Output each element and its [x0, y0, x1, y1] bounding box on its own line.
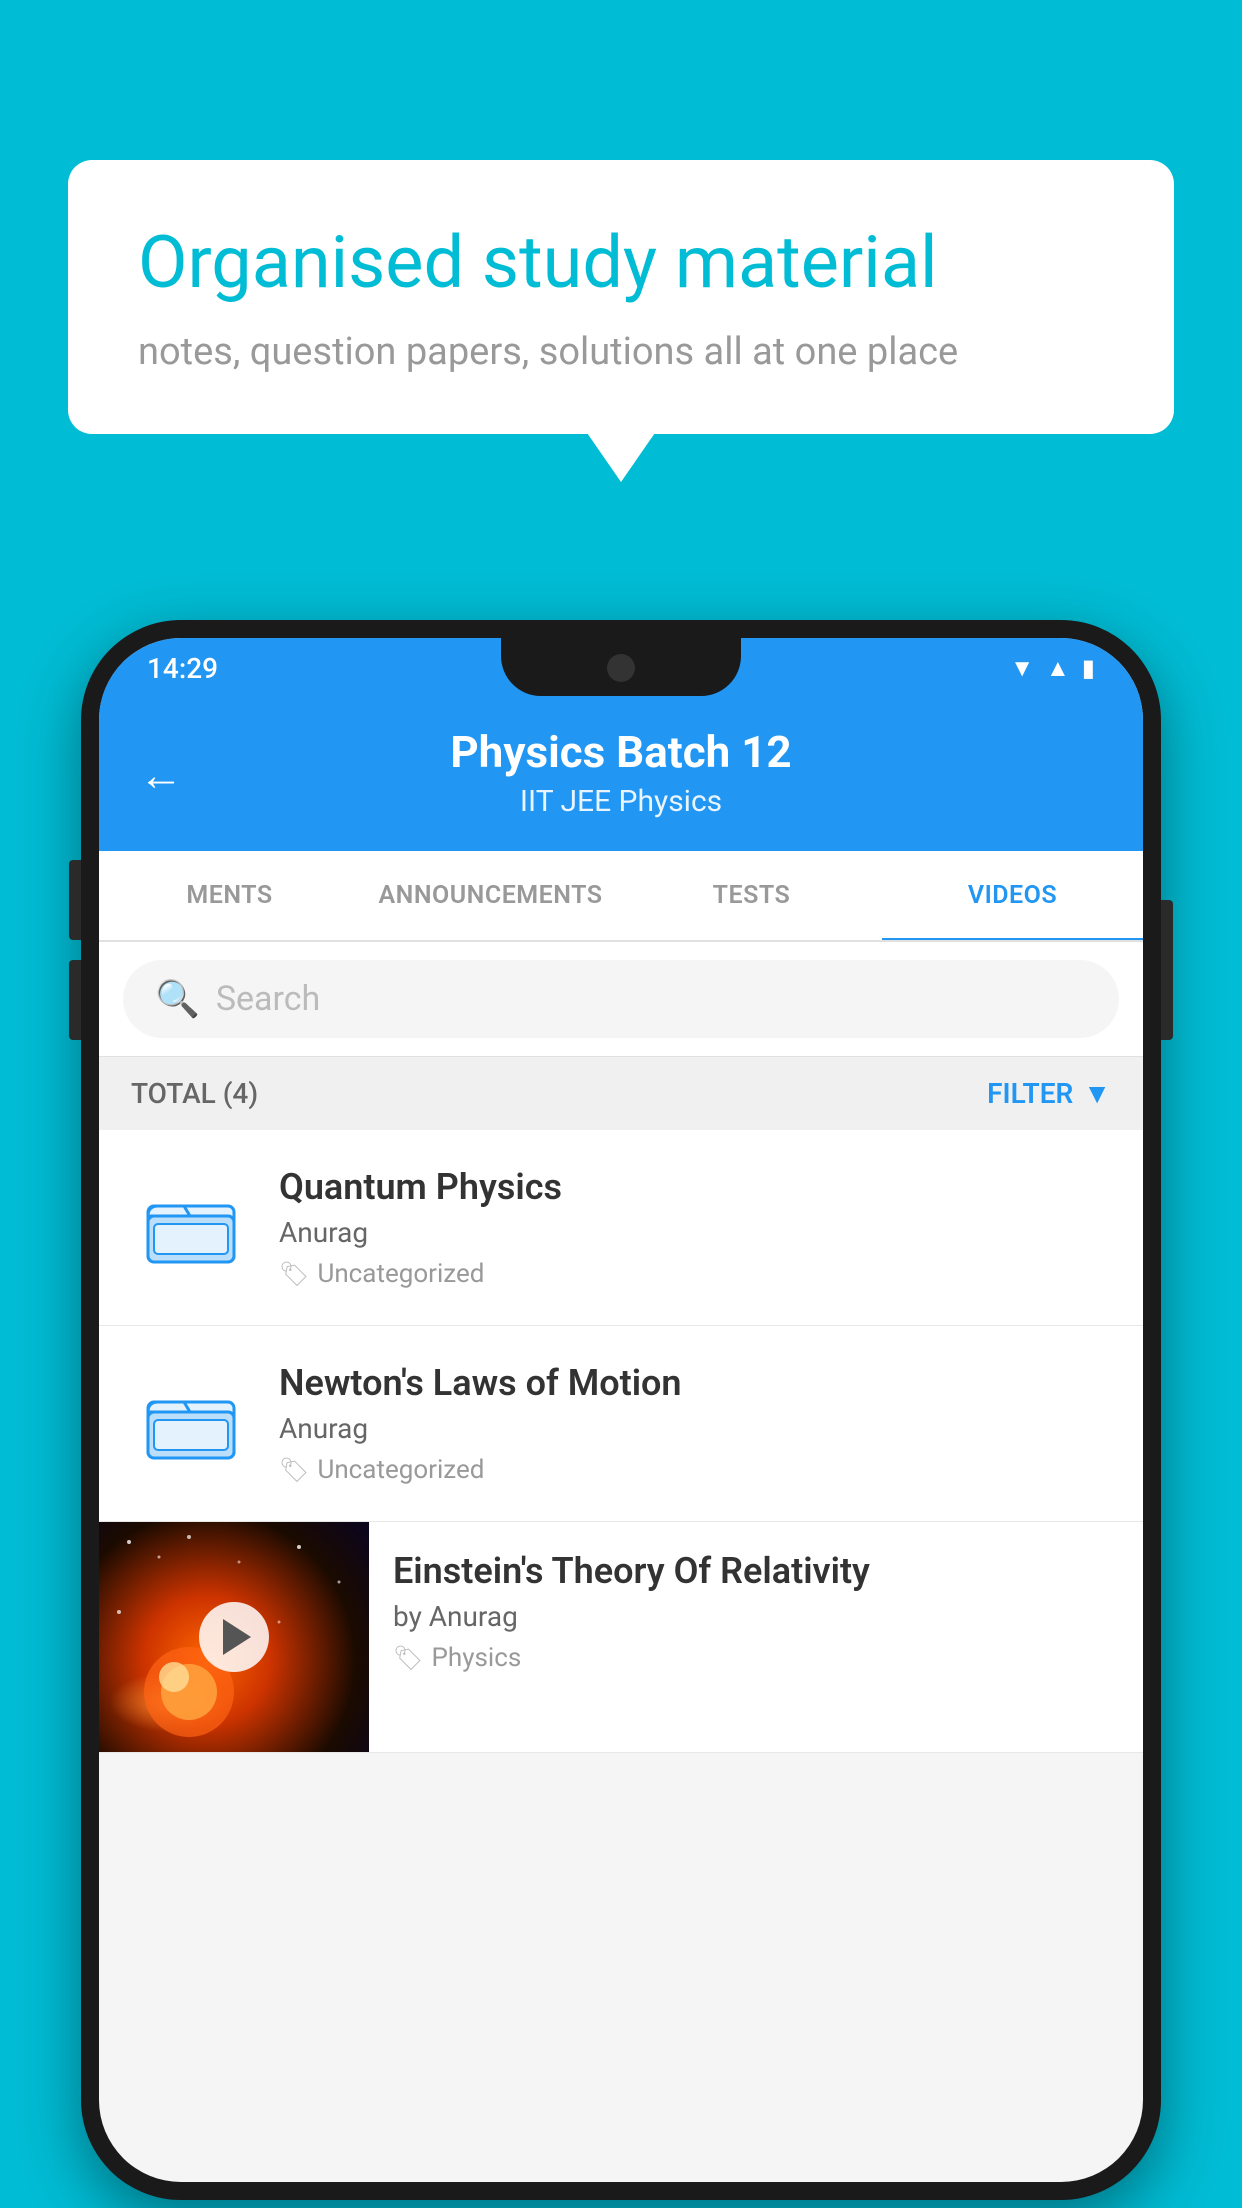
total-count: TOTAL (4): [131, 1077, 258, 1110]
video-title-1: Quantum Physics: [279, 1166, 1111, 1208]
wifi-icon: ▼: [1010, 654, 1034, 683]
folder-thumbnail-1: [131, 1168, 251, 1288]
search-container: 🔍 Search: [99, 942, 1143, 1057]
phone-outer: 14:29 ▼ ▲ ▮ ← Physics Batch 12 IIT JEE P…: [81, 620, 1161, 2200]
video-info-3: Einstein's Theory Of Relativity by Anura…: [369, 1522, 1143, 1701]
list-item[interactable]: Newton's Laws of Motion Anurag 🏷 Uncateg…: [99, 1326, 1143, 1522]
tag-label-3: Physics: [431, 1643, 521, 1673]
header-subtitle: IIT JEE Physics: [147, 784, 1095, 819]
search-icon: 🔍: [155, 978, 200, 1020]
folder-thumbnail-2: [131, 1364, 251, 1484]
video-info-1: Quantum Physics Anurag 🏷 Uncategorized: [279, 1166, 1111, 1289]
search-placeholder: Search: [216, 979, 320, 1019]
filter-button[interactable]: FILTER ▼: [987, 1077, 1111, 1110]
play-triangle-icon: [223, 1619, 251, 1655]
video-title-2: Newton's Laws of Motion: [279, 1362, 1111, 1404]
search-bar[interactable]: 🔍 Search: [123, 960, 1119, 1038]
tabs-bar: MENTS ANNOUNCEMENTS TESTS VIDEOS: [99, 851, 1143, 942]
signal-icon: ▲: [1046, 654, 1070, 683]
back-button[interactable]: ←: [139, 749, 183, 801]
video-tag-2: 🏷 Uncategorized: [279, 1455, 1111, 1485]
app-header: ← Physics Batch 12 IIT JEE Physics: [99, 698, 1143, 851]
tag-label-2: Uncategorized: [317, 1455, 484, 1485]
list-item[interactable]: Quantum Physics Anurag 🏷 Uncategorized: [99, 1130, 1143, 1326]
video-author-3: by Anurag: [393, 1600, 1119, 1633]
filter-bar: TOTAL (4) FILTER ▼: [99, 1057, 1143, 1130]
folder-icon: [146, 1188, 236, 1268]
tag-icon-1: 🏷: [279, 1260, 309, 1288]
play-button-3[interactable]: [199, 1602, 269, 1672]
video-info-2: Newton's Laws of Motion Anurag 🏷 Uncateg…: [279, 1362, 1111, 1485]
tag-label-1: Uncategorized: [317, 1259, 484, 1289]
filter-icon: ▼: [1083, 1077, 1111, 1110]
video-author-1: Anurag: [279, 1216, 1111, 1249]
video-tag-1: 🏷 Uncategorized: [279, 1259, 1111, 1289]
phone-camera: [607, 654, 635, 682]
list-item[interactable]: Einstein's Theory Of Relativity by Anura…: [99, 1522, 1143, 1753]
tag-icon-2: 🏷: [279, 1456, 309, 1484]
tab-announcements[interactable]: ANNOUNCEMENTS: [360, 851, 621, 940]
phone-volume-up-button: [69, 860, 81, 940]
battery-icon: ▮: [1082, 654, 1095, 682]
tab-tests[interactable]: TESTS: [621, 851, 882, 940]
video-list: Quantum Physics Anurag 🏷 Uncategorized: [99, 1130, 1143, 1753]
bubble-title: Organised study material: [138, 220, 1104, 306]
video-tag-3: 🏷 Physics: [393, 1643, 1119, 1673]
filter-label: FILTER: [987, 1077, 1073, 1110]
video-title-3: Einstein's Theory Of Relativity: [393, 1550, 1119, 1592]
status-time: 14:29: [147, 652, 218, 685]
phone-volume-down-button: [69, 960, 81, 1040]
phone-power-button: [1161, 900, 1173, 1040]
phone-notch: [501, 638, 741, 696]
phone-frame: 14:29 ▼ ▲ ▮ ← Physics Batch 12 IIT JEE P…: [81, 620, 1161, 2200]
speech-bubble-container: Organised study material notes, question…: [68, 160, 1174, 434]
status-icons: ▼ ▲ ▮: [1010, 654, 1095, 683]
bubble-subtitle: notes, question papers, solutions all at…: [138, 330, 1104, 374]
tag-icon-3: 🏷: [393, 1644, 423, 1672]
tab-ments[interactable]: MENTS: [99, 851, 360, 940]
speech-bubble: Organised study material notes, question…: [68, 160, 1174, 434]
tab-videos[interactable]: VIDEOS: [882, 851, 1143, 940]
video-author-2: Anurag: [279, 1412, 1111, 1445]
folder-icon: [146, 1384, 236, 1464]
header-title: Physics Batch 12: [147, 726, 1095, 778]
video-thumbnail-3: [99, 1522, 369, 1752]
phone-screen: 14:29 ▼ ▲ ▮ ← Physics Batch 12 IIT JEE P…: [99, 638, 1143, 2182]
